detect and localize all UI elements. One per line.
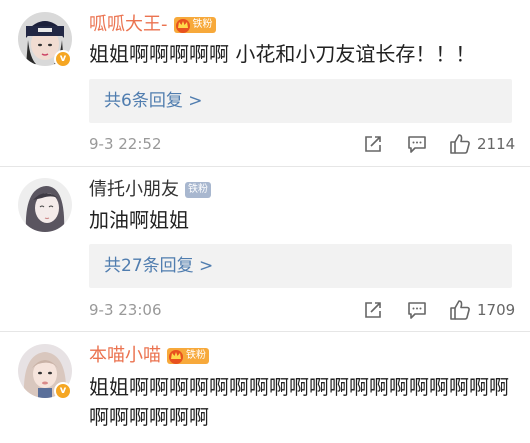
comment-item: 倩托小朋友 铁粉 加油啊姐姐 共27条回复 > 9-3 23:06 1709 <box>0 167 530 330</box>
fan-badge-label: 铁粉 <box>192 19 213 30</box>
comment-icon <box>408 302 426 319</box>
username[interactable]: 倩托小朋友 <box>89 178 179 202</box>
timestamp: 9-3 23:06 <box>89 301 162 319</box>
avatar[interactable] <box>18 178 72 232</box>
share-button[interactable] <box>362 133 384 155</box>
comment-item: v 本喵小喵 铁粉 姐姐啊啊啊啊啊啊啊啊啊啊啊啊啊啊啊啊啊啊啊啊啊啊啊啊啊 <box>0 332 530 443</box>
like-icon <box>450 300 470 320</box>
reply-box[interactable]: 共6条回复 > <box>89 79 512 123</box>
fan-badge: 铁粉 <box>185 182 211 198</box>
crown-icon <box>175 19 190 33</box>
view-replies-link[interactable]: 共27条回复 > <box>104 244 213 288</box>
reply-box[interactable]: 共27条回复 > <box>89 244 512 288</box>
comment-text: 姐姐啊啊啊啊啊 小花和小刀友谊长存！！！ <box>89 42 476 66</box>
fan-badge-label: 铁粉 <box>188 184 208 195</box>
comment-text: 加油啊姐姐 <box>89 208 189 232</box>
view-replies-link[interactable]: 共6条回复 > <box>104 79 202 123</box>
comment-text: 姐姐啊啊啊啊啊啊啊啊啊啊啊啊啊啊啊啊啊啊啊啊啊啊啊啊啊 <box>89 375 509 429</box>
comment-icon <box>408 136 426 153</box>
comment-button[interactable] <box>406 299 428 321</box>
crown-icon <box>169 350 183 364</box>
comment-button[interactable] <box>406 133 428 155</box>
name-row: 本喵小喵 铁粉 <box>89 344 209 368</box>
like-count: 1709 <box>477 301 516 319</box>
share-button[interactable] <box>362 299 384 321</box>
like-button[interactable]: 1709 <box>449 299 515 321</box>
avatar-image <box>18 178 72 232</box>
share-icon <box>365 136 381 152</box>
fan-badge: 铁粉 <box>173 17 216 33</box>
name-row: 倩托小朋友 铁粉 <box>89 178 211 202</box>
username[interactable]: 呱呱大王- <box>89 13 168 37</box>
verified-icon: v <box>54 50 72 68</box>
like-button[interactable]: 2114 <box>449 133 515 155</box>
verified-icon: v <box>54 382 72 400</box>
comment-item: v 呱呱大王- 铁粉 姐姐啊啊啊啊啊 小花和小刀友谊长存！！！ 共6条回复 > … <box>0 0 530 165</box>
share-icon <box>365 302 381 318</box>
name-row: 呱呱大王- 铁粉 <box>89 13 216 37</box>
fan-badge: 铁粉 <box>167 348 209 364</box>
username[interactable]: 本喵小喵 <box>89 344 161 368</box>
like-count: 2114 <box>477 135 516 153</box>
like-icon <box>450 134 470 154</box>
fan-badge-label: 铁粉 <box>186 350 206 361</box>
timestamp: 9-3 22:52 <box>89 135 162 153</box>
